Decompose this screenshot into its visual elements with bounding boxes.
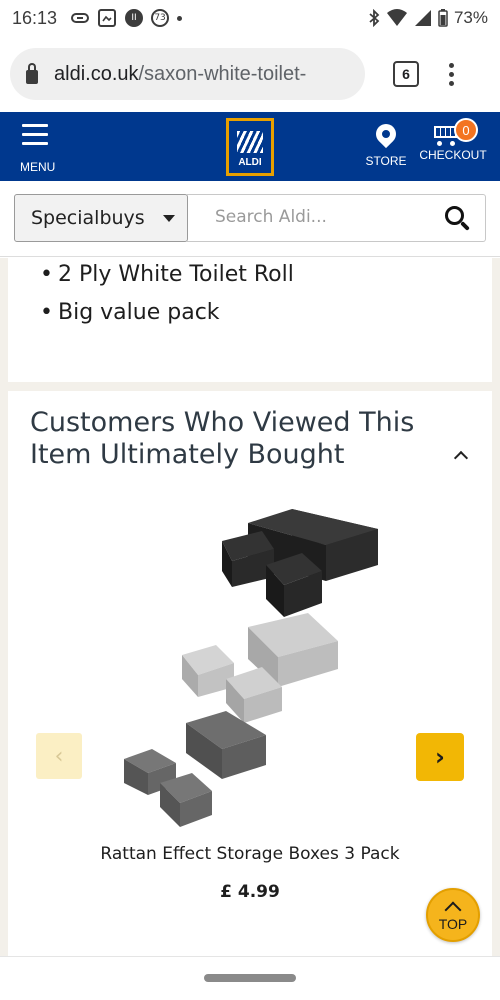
category-selected-value: Specialbuys (31, 207, 145, 229)
menu-button[interactable]: MENU (16, 124, 66, 174)
status-icons-left: II 73 (71, 8, 183, 28)
signal-icon (414, 10, 431, 26)
cart-count-badge: 0 (454, 118, 478, 142)
pause-icon: II (125, 9, 144, 27)
recommendations-card: Customers Who Viewed This Item Ultimatel… (8, 391, 492, 956)
carousel-next-button[interactable]: › (416, 733, 464, 781)
store-button[interactable]: STORE (364, 119, 408, 168)
location-pin-icon (371, 119, 401, 149)
home-gesture-handle[interactable] (204, 974, 296, 982)
screenshot-icon (98, 9, 117, 27)
product-price: £ 4.99 (220, 882, 280, 902)
feature-item: 2 Ply White Toilet Roll (40, 258, 492, 294)
tab-switcher-button[interactable]: 6 (393, 61, 419, 87)
system-navigation-bar (0, 956, 500, 1000)
chevron-left-icon: ‹ (54, 743, 64, 769)
notification-count-icon: 73 (151, 9, 170, 27)
site-header: MENU ALDI STORE 0 CHECKOUT (0, 112, 500, 181)
chevron-right-icon: › (435, 743, 445, 771)
wifi-icon (386, 9, 407, 26)
battery-icon (438, 9, 448, 27)
checkout-button[interactable]: 0 CHECKOUT (418, 118, 488, 162)
recommendations-title: Customers Who Viewed This Item Ultimatel… (30, 407, 415, 470)
address-bar[interactable]: aldi.co.uk/saxon-white-toilet- (10, 48, 365, 100)
url-path: /saxon-white-toilet- (138, 62, 307, 85)
logo-stripes-icon (237, 131, 263, 153)
link-icon (71, 13, 90, 23)
product-name-link[interactable]: Rattan Effect Storage Boxes 3 Pack (8, 844, 492, 864)
lock-icon (26, 63, 38, 84)
caret-down-icon (163, 215, 175, 222)
store-label: STORE (365, 154, 407, 168)
category-dropdown[interactable]: Specialbuys (14, 194, 188, 242)
url-domain: aldi.co.uk (54, 62, 139, 85)
search-icon[interactable] (445, 206, 471, 232)
page-content: 2 Ply White Toilet Roll Big value pack C… (0, 258, 500, 956)
bluetooth-icon (369, 9, 380, 27)
search-bar: Specialbuys (0, 181, 500, 257)
aldi-logo[interactable]: ALDI (226, 118, 274, 176)
black-boxes (222, 509, 378, 617)
status-bar: 16:13 II 73 73% (0, 0, 500, 36)
carousel-prev-button[interactable]: ‹ (36, 733, 82, 779)
chevron-up-icon[interactable] (454, 449, 468, 463)
status-icons-right: 73% (368, 8, 488, 28)
feature-item: Big value pack (40, 294, 492, 332)
browser-toolbar: aldi.co.uk/saxon-white-toilet- 6 (0, 36, 500, 112)
status-time: 16:13 (12, 7, 58, 28)
product-image[interactable] (116, 491, 386, 831)
menu-label: MENU (20, 160, 56, 174)
logo-text: ALDI (238, 157, 262, 168)
checkout-label: CHECKOUT (419, 148, 487, 162)
hamburger-icon (22, 124, 48, 145)
feature-list: 2 Ply White Toilet Roll Big value pack (8, 258, 492, 332)
product-features-card: 2 Ply White Toilet Roll Big value pack (8, 258, 492, 382)
back-to-top-button[interactable]: TOP (426, 888, 480, 942)
battery-level: 73% (453, 8, 488, 27)
search-field (187, 194, 486, 242)
browser-menu-icon[interactable] (449, 62, 454, 86)
search-input[interactable] (187, 195, 427, 239)
grey-boxes (182, 613, 338, 723)
dark-grey-boxes (124, 711, 266, 827)
more-notifications-icon (177, 15, 183, 21)
